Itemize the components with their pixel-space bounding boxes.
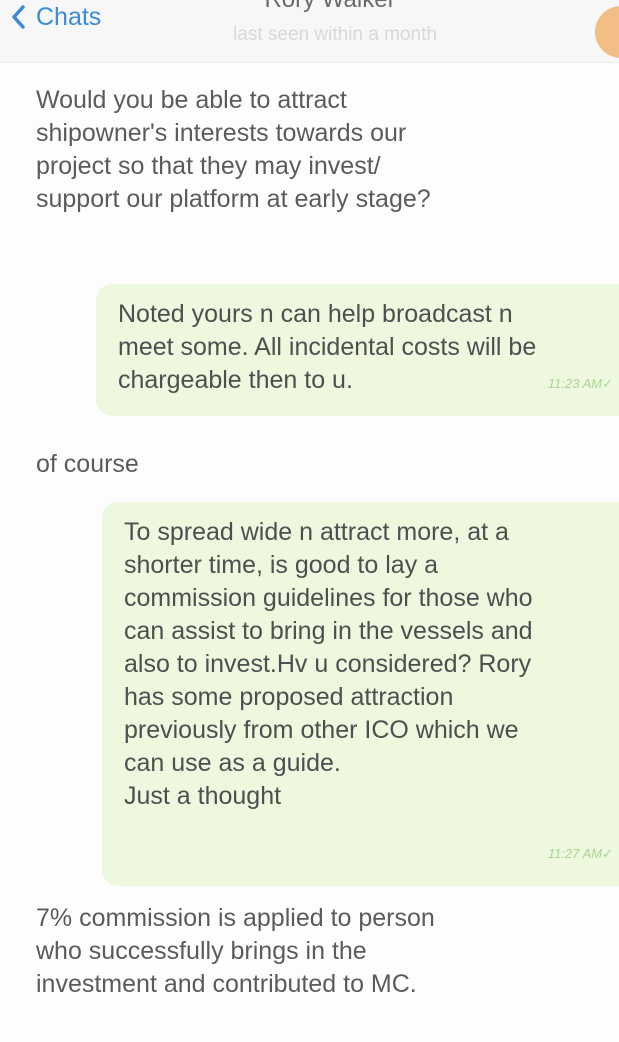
back-label: Chats [36, 3, 102, 31]
message-timestamp: 11:27 AM [547, 846, 603, 861]
chevron-left-icon [12, 5, 25, 29]
incoming-message: 7% commission is applied to person who s… [36, 904, 435, 998]
contact-name[interactable]: Rory Walker [200, 0, 460, 14]
chat-header: Chats Rory Walker last seen within a mon… [0, 0, 619, 63]
chat-screen: Chats Rory Walker last seen within a mon… [0, 0, 619, 1042]
check-icon: ✓ [602, 846, 613, 861]
outgoing-message: To spread wide n attract more, at a shor… [102, 502, 619, 886]
contact-status: last seen within a month [233, 24, 437, 45]
message-text: Noted yours n can help broadcast n meet … [118, 300, 537, 394]
message-time: 11:23 AM✓ [548, 367, 613, 400]
message-text: To spread wide n attract more, at a shor… [124, 518, 533, 810]
message-time: 11:27 AM✓ [548, 837, 613, 870]
message-timestamp: 11:23 AM [547, 376, 603, 391]
back-button[interactable]: Chats [8, 2, 101, 32]
outgoing-message: Noted yours n can help broadcast n meet … [96, 284, 619, 416]
check-icon: ✓ [602, 376, 613, 391]
incoming-message: Would you be able to attract shipowner's… [36, 86, 431, 213]
avatar[interactable] [595, 6, 619, 58]
incoming-message: of course [36, 450, 139, 478]
